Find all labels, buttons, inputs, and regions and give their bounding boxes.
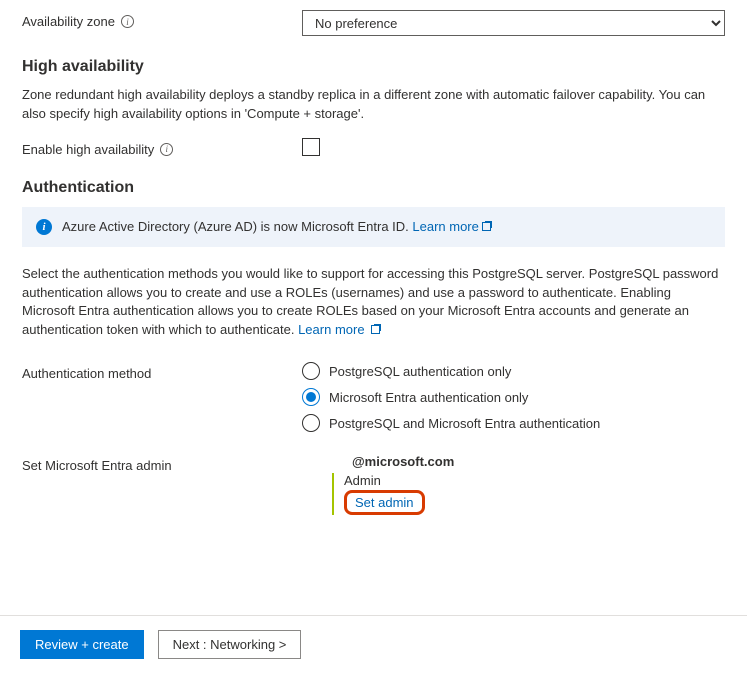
admin-email: @microsoft.com: [302, 454, 725, 469]
radio-icon: [302, 414, 320, 432]
set-admin-link[interactable]: Set admin: [355, 495, 414, 510]
info-icon[interactable]: i: [160, 143, 173, 156]
radio-icon: [302, 362, 320, 380]
radio-postgresql-only[interactable]: PostgreSQL authentication only: [302, 362, 725, 380]
authentication-heading: Authentication: [22, 179, 725, 197]
authentication-description: Select the authentication methods you wo…: [22, 265, 725, 340]
enable-ha-label: Enable high availability: [22, 142, 154, 157]
radio-label: PostgreSQL and Microsoft Entra authentic…: [329, 416, 600, 431]
high-availability-heading: High availability: [22, 58, 725, 76]
radio-entra-only[interactable]: Microsoft Entra authentication only: [302, 388, 725, 406]
entra-banner: i Azure Active Directory (Azure AD) is n…: [22, 207, 725, 247]
auth-learn-more-link[interactable]: Learn more: [298, 322, 381, 337]
availability-zone-label: Availability zone: [22, 14, 115, 29]
radio-label: Microsoft Entra authentication only: [329, 390, 528, 405]
banner-text: Azure Active Directory (Azure AD) is now…: [62, 219, 412, 234]
banner-learn-more-link[interactable]: Learn more: [412, 219, 491, 234]
review-create-button[interactable]: Review + create: [20, 630, 144, 659]
set-admin-highlight: Set admin: [344, 490, 425, 515]
availability-zone-select[interactable]: No preference: [302, 10, 725, 36]
radio-both[interactable]: PostgreSQL and Microsoft Entra authentic…: [302, 414, 725, 432]
radio-icon: [302, 388, 320, 406]
radio-label: PostgreSQL authentication only: [329, 364, 511, 379]
enable-ha-checkbox[interactable]: [302, 138, 320, 156]
footer-bar: Review + create Next : Networking >: [0, 615, 747, 673]
next-networking-button[interactable]: Next : Networking >: [158, 630, 302, 659]
info-icon[interactable]: i: [121, 15, 134, 28]
external-link-icon: [482, 221, 492, 231]
info-icon: i: [36, 219, 52, 235]
admin-role: Admin: [344, 473, 725, 488]
high-availability-description: Zone redundant high availability deploys…: [22, 86, 725, 124]
auth-method-label: Authentication method: [22, 366, 151, 381]
set-admin-label: Set Microsoft Entra admin: [22, 458, 172, 473]
external-link-icon: [371, 324, 381, 334]
